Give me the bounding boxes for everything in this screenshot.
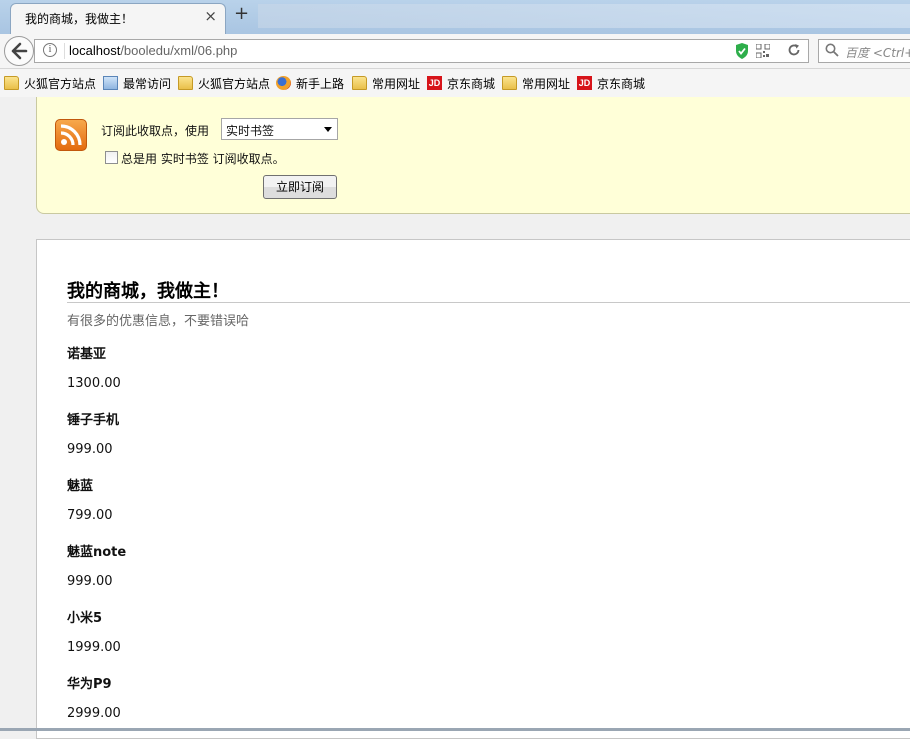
- dropdown-arrow-icon: [324, 127, 332, 132]
- subscribe-reader-select[interactable]: 实时书签: [221, 118, 338, 140]
- bookmark-item[interactable]: JD 京东商城: [427, 75, 495, 91]
- subscribe-label: 订阅此收取点，使用: [101, 124, 210, 138]
- page-content: 订阅此收取点，使用 实时书签 总是用 实时书签 订阅收取点。 立即订阅 我的商城…: [0, 97, 910, 739]
- feed-entry-title[interactable]: 锤子手机: [67, 409, 119, 428]
- feed-entry-content: 799.00: [67, 508, 113, 523]
- bookmark-label: 常用网址: [522, 76, 571, 91]
- firefox-icon: [276, 76, 291, 90]
- always-use-checkbox[interactable]: [105, 151, 118, 164]
- feed-entry-content: 1300.00: [67, 376, 121, 391]
- rss-icon: [55, 119, 87, 151]
- bookmark-label: 火狐官方站点: [198, 76, 271, 91]
- url-bar[interactable]: i localhost/booledu/xml/06.php: [34, 39, 809, 63]
- folder-icon: [4, 76, 19, 90]
- subscribe-reader-value: 实时书签: [226, 124, 275, 138]
- feed-title: 我的商城，我做主！: [67, 281, 229, 302]
- page-icon: [103, 76, 118, 90]
- feed-entry-title[interactable]: 魅蓝: [67, 475, 93, 494]
- tab-close-icon[interactable]: ×: [204, 7, 217, 25]
- feed-entry-title[interactable]: 诺基亚: [67, 343, 106, 362]
- bookmark-label: 新手上路: [296, 76, 345, 91]
- bookmark-item[interactable]: 火狐官方站点: [178, 75, 270, 91]
- back-arrow-icon: [11, 42, 28, 60]
- bookmark-label: 常用网址: [372, 76, 421, 91]
- site-info-icon[interactable]: i: [43, 43, 57, 57]
- url-separator: [64, 43, 65, 59]
- jd-icon: JD: [577, 76, 592, 90]
- feed-entry-title[interactable]: 小米5: [67, 607, 102, 626]
- feed-subtitle: 有很多的优惠信息，不要错误哈: [67, 314, 250, 329]
- tab-active[interactable]: 我的商城，我做主！ ×: [10, 3, 226, 34]
- bookmarks-toolbar: 火狐官方站点 最常访问 火狐官方站点 新手上路 常用网址 JD 京东商城 常用网…: [0, 69, 910, 98]
- bookmark-item[interactable]: 新手上路: [276, 75, 344, 91]
- feed-entry-content: 999.00: [67, 442, 113, 457]
- bookmark-item[interactable]: 常用网址: [352, 75, 420, 91]
- folder-icon: [502, 76, 517, 90]
- feed-entry-content: 2999.00: [67, 706, 121, 721]
- title-bar: 我的商城，我做主！ × +: [0, 0, 910, 34]
- subscribe-now-button[interactable]: 立即订阅: [263, 175, 337, 199]
- always-use-label[interactable]: 总是用 实时书签 订阅收取点。: [121, 150, 285, 167]
- bookmark-item[interactable]: 最常访问: [103, 75, 171, 91]
- bookmark-item[interactable]: 常用网址: [502, 75, 570, 91]
- feed-title-divider: [67, 302, 910, 303]
- search-bar[interactable]: 百度 <Ctrl+K>: [818, 39, 910, 63]
- reload-icon[interactable]: [787, 43, 801, 61]
- feed-body: 我的商城，我做主！ 有很多的优惠信息，不要错误哈 诺基亚 1300.00 锤子手…: [36, 239, 910, 739]
- bookmark-label: 京东商城: [447, 76, 496, 91]
- bookmark-item[interactable]: JD 京东商城: [577, 75, 645, 91]
- folder-icon: [352, 76, 367, 90]
- feed-subscribe-box: 订阅此收取点，使用 实时书签 总是用 实时书签 订阅收取点。 立即订阅: [36, 97, 910, 214]
- bookmark-label: 京东商城: [597, 76, 646, 91]
- search-placeholder: 百度 <Ctrl+K>: [845, 46, 910, 60]
- feed-entry-title[interactable]: 华为P9: [67, 673, 112, 692]
- shield-icon[interactable]: [735, 43, 749, 59]
- bookmark-item[interactable]: 火狐官方站点: [4, 75, 96, 91]
- url-path: /booledu/xml/06.php: [120, 43, 238, 58]
- inactive-tabs-area: [258, 4, 910, 28]
- feed-entry-content: 999.00: [67, 574, 113, 589]
- search-icon: [825, 43, 839, 57]
- back-button[interactable]: [4, 36, 34, 66]
- folder-icon: [178, 76, 193, 90]
- navigation-bar: i localhost/booledu/xml/06.php 百度 <Ctrl+…: [0, 34, 910, 69]
- url-host: localhost: [69, 43, 121, 58]
- bookmark-label: 最常访问: [123, 76, 172, 91]
- tab-title: 我的商城，我做主！: [25, 12, 134, 26]
- feed-entry-content: 1999.00: [67, 640, 121, 655]
- jd-icon: JD: [427, 76, 442, 90]
- bookmark-label: 火狐官方站点: [24, 76, 97, 91]
- qr-code-icon[interactable]: [756, 44, 770, 58]
- url-text[interactable]: localhost/booledu/xml/06.php: [69, 43, 237, 58]
- feed-entry-title[interactable]: 魅蓝note: [67, 541, 126, 560]
- new-tab-button[interactable]: +: [234, 3, 249, 24]
